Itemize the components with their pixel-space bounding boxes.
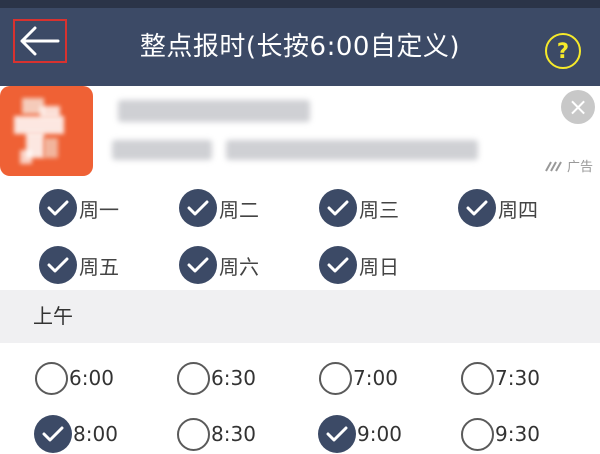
check-icon [34, 415, 72, 453]
time-slot-label: 8:30 [211, 422, 256, 446]
section-header-morning: 上午 [0, 290, 600, 343]
time-slot-label: 6:30 [211, 366, 256, 390]
day-label: 周三 [359, 197, 399, 222]
check-icon [318, 415, 356, 453]
ad-text-placeholder [112, 140, 212, 160]
check-icon [179, 246, 217, 284]
ad-label: 广告 [567, 160, 594, 175]
day-label: 周日 [359, 254, 399, 279]
time-slot-930[interactable]: 9:30 [461, 414, 540, 454]
day-checkbox-tue[interactable]: 周二 [179, 188, 259, 228]
time-slot-label: 9:00 [357, 422, 402, 446]
time-slot-label: 8:00 [73, 422, 118, 446]
help-button[interactable]: ? [545, 33, 581, 69]
time-slot-830[interactable]: 8:30 [177, 414, 256, 454]
time-slot-700[interactable]: 7:00 [319, 358, 398, 398]
ad-logo-icon [545, 161, 562, 171]
time-slot-630[interactable]: 6:30 [177, 358, 256, 398]
ad-app-icon [0, 86, 93, 176]
time-slot-730[interactable]: 7:30 [461, 358, 540, 398]
day-label: 周五 [79, 254, 119, 279]
time-slot-label: 6:00 [69, 366, 114, 390]
ad-title-placeholder [118, 100, 310, 122]
day-checkbox-sun[interactable]: 周日 [319, 245, 399, 285]
ad-close-button[interactable]: × [561, 90, 595, 124]
back-button[interactable] [13, 19, 67, 63]
radio-unchecked-icon [461, 417, 494, 451]
page-title: 整点报时(长按6:00自定义) [139, 32, 461, 62]
day-checkbox-mon[interactable]: 周一 [39, 188, 119, 228]
day-label: 周六 [219, 254, 259, 279]
check-icon [39, 246, 77, 284]
status-bar [0, 0, 600, 8]
app-header: 整点报时(长按6:00自定义) ? [0, 8, 600, 86]
ad-text-placeholder [226, 140, 478, 160]
radio-unchecked-icon [35, 361, 68, 395]
check-icon [319, 189, 357, 227]
time-slot-800[interactable]: 8:00 [34, 414, 118, 454]
radio-unchecked-icon [177, 361, 210, 395]
day-label: 周四 [498, 197, 538, 222]
day-label: 周一 [79, 197, 119, 222]
day-checkbox-wed[interactable]: 周三 [319, 188, 399, 228]
radio-unchecked-icon [461, 361, 494, 395]
time-slot-label: 7:00 [353, 366, 398, 390]
check-icon [179, 189, 217, 227]
time-slot-label: 7:30 [495, 366, 540, 390]
day-checkbox-fri[interactable]: 周五 [39, 245, 119, 285]
ad-badge: 广告 [545, 156, 593, 175]
time-slot-900[interactable]: 9:00 [318, 414, 402, 454]
time-slot-600[interactable]: 6:00 [35, 358, 114, 398]
check-icon [458, 189, 496, 227]
arrow-left-icon [20, 26, 60, 56]
day-label: 周二 [219, 197, 259, 222]
check-icon [319, 246, 357, 284]
day-checkbox-thu[interactable]: 周四 [458, 188, 538, 228]
ad-banner[interactable]: × 广告 [0, 86, 600, 182]
day-checkbox-sat[interactable]: 周六 [179, 245, 259, 285]
radio-unchecked-icon [177, 417, 210, 451]
check-icon [39, 189, 77, 227]
radio-unchecked-icon [319, 361, 352, 395]
time-slot-label: 9:30 [495, 422, 540, 446]
